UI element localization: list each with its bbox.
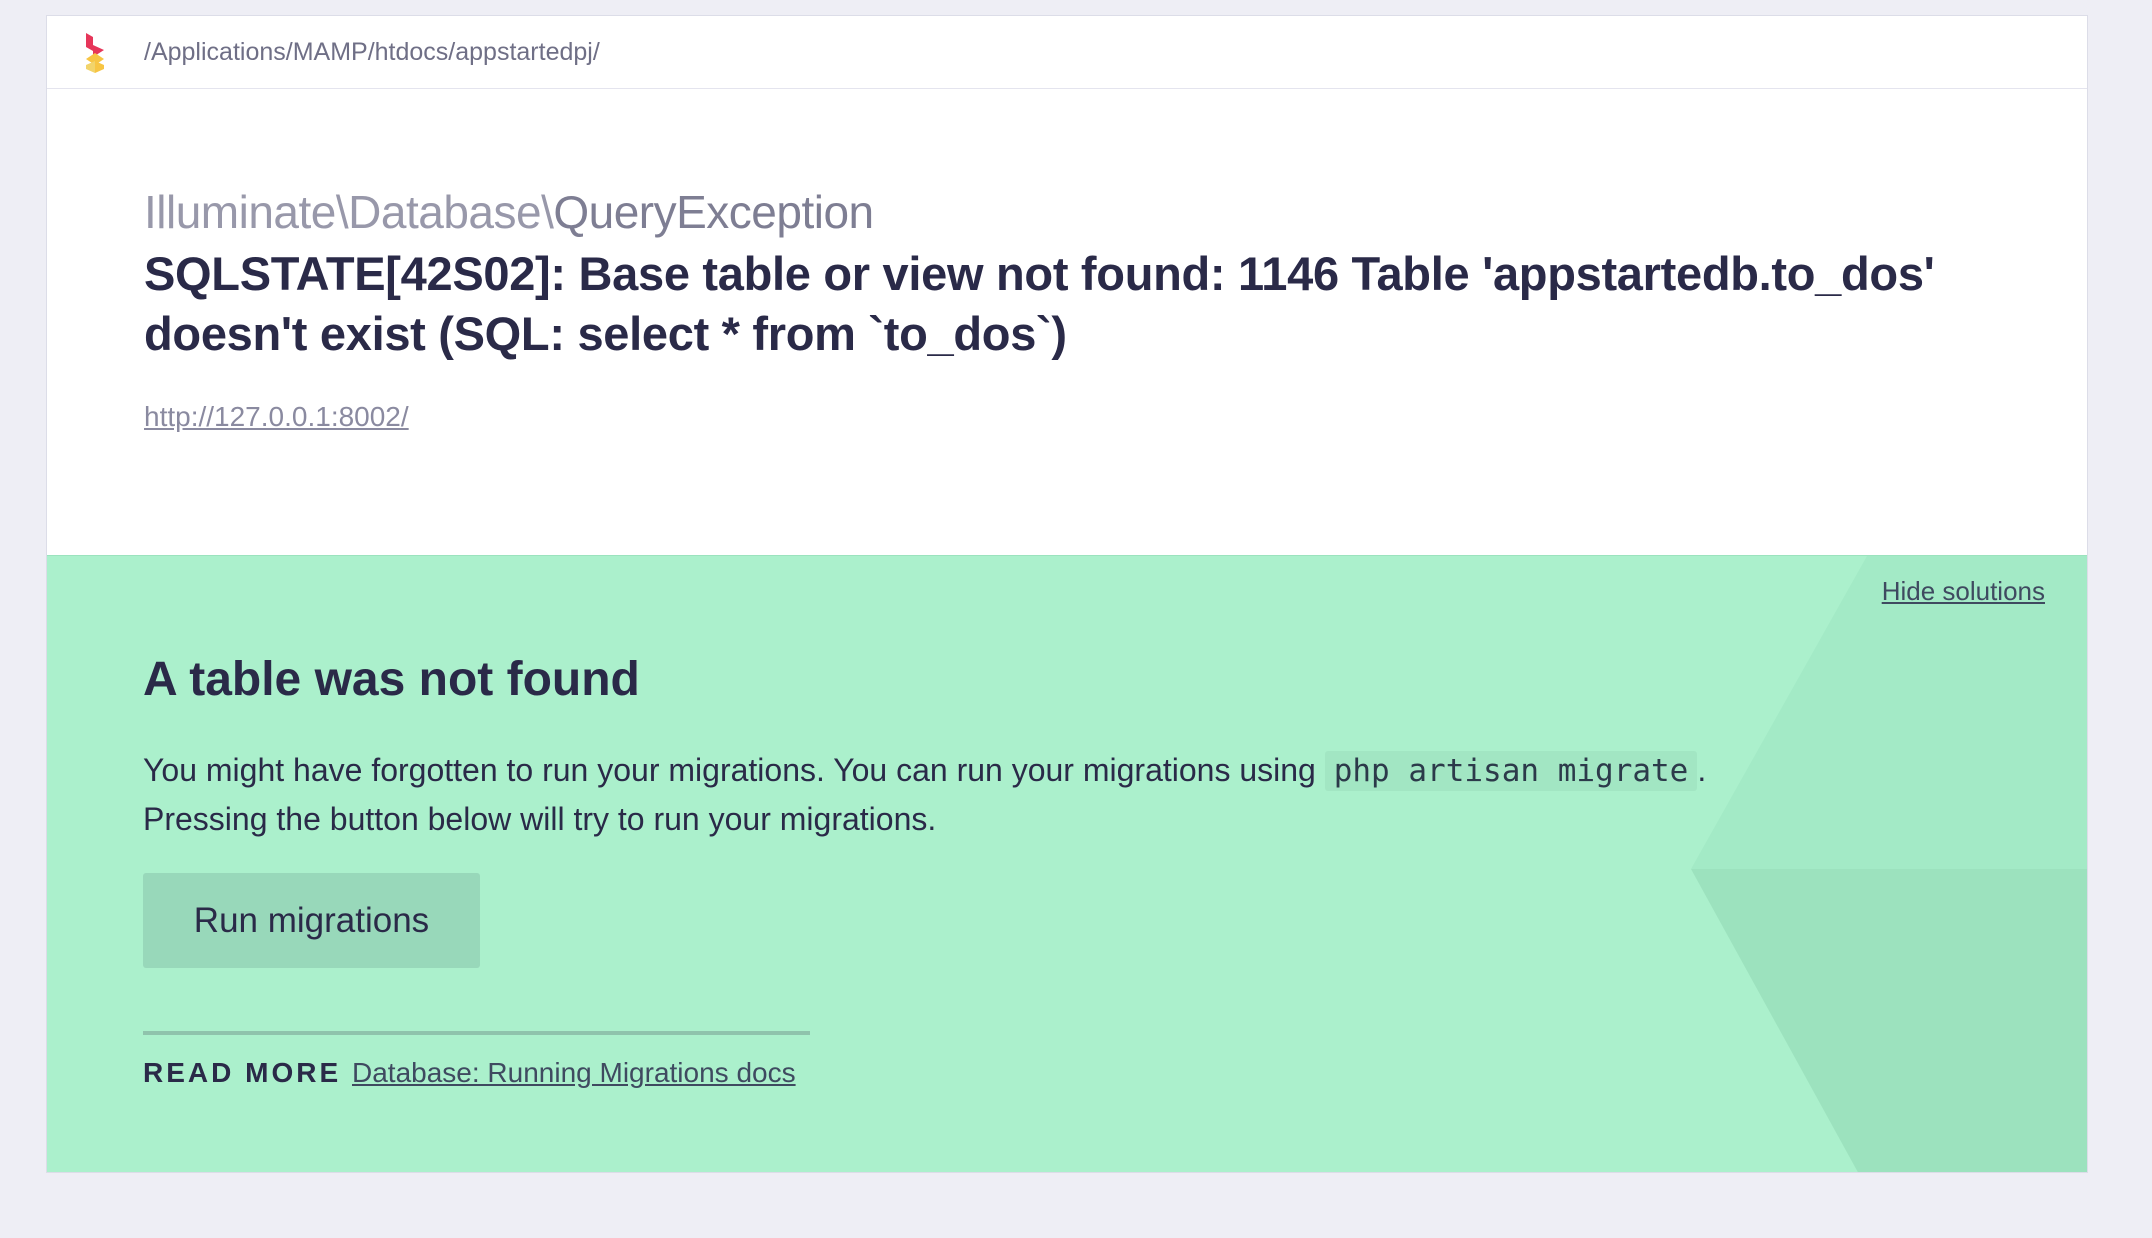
request-url-link[interactable]: http://127.0.0.1:8002/ bbox=[144, 401, 409, 433]
exception-class: Illuminate\Database\QueryException bbox=[144, 185, 874, 239]
solution-title: A table was not found bbox=[143, 653, 640, 706]
exception-namespace: Illuminate\Database\ bbox=[144, 186, 554, 238]
hide-solutions-link[interactable]: Hide solutions bbox=[1882, 576, 2045, 607]
exception-message: SQLSTATE[42S02]: Base table or view not … bbox=[144, 247, 1935, 360]
run-migrations-button[interactable]: Run migrations bbox=[143, 873, 480, 968]
solution-panel: Hide solutions A table was not found You… bbox=[47, 555, 2087, 1172]
migrations-docs-link[interactable]: Database: Running Migrations docs bbox=[352, 1057, 796, 1089]
ignition-logo-icon[interactable] bbox=[84, 33, 110, 73]
solution-description: You might have forgotten to run your mig… bbox=[143, 746, 1843, 843]
exception-header: Illuminate\Database\QueryException SQLST… bbox=[47, 89, 2087, 555]
command-code: php artisan migrate bbox=[1324, 751, 1698, 791]
solution-description-line2: Pressing the button below will try to ru… bbox=[143, 801, 937, 837]
solution-description-text: You might have forgotten to run your mig… bbox=[143, 752, 1325, 788]
exception-class-name: QueryException bbox=[553, 186, 874, 238]
top-bar: /Applications/MAMP/htdocs/appstartedpj/ bbox=[47, 16, 2087, 89]
project-path: /Applications/MAMP/htdocs/appstartedpj/ bbox=[144, 38, 600, 66]
error-card: /Applications/MAMP/htdocs/appstartedpj/ … bbox=[46, 15, 2088, 1173]
read-more-label: READ MORE bbox=[143, 1057, 342, 1088]
divider bbox=[143, 1031, 810, 1035]
solution-description-end: . bbox=[1697, 752, 1707, 788]
solution-background-shape bbox=[1691, 556, 2087, 1172]
